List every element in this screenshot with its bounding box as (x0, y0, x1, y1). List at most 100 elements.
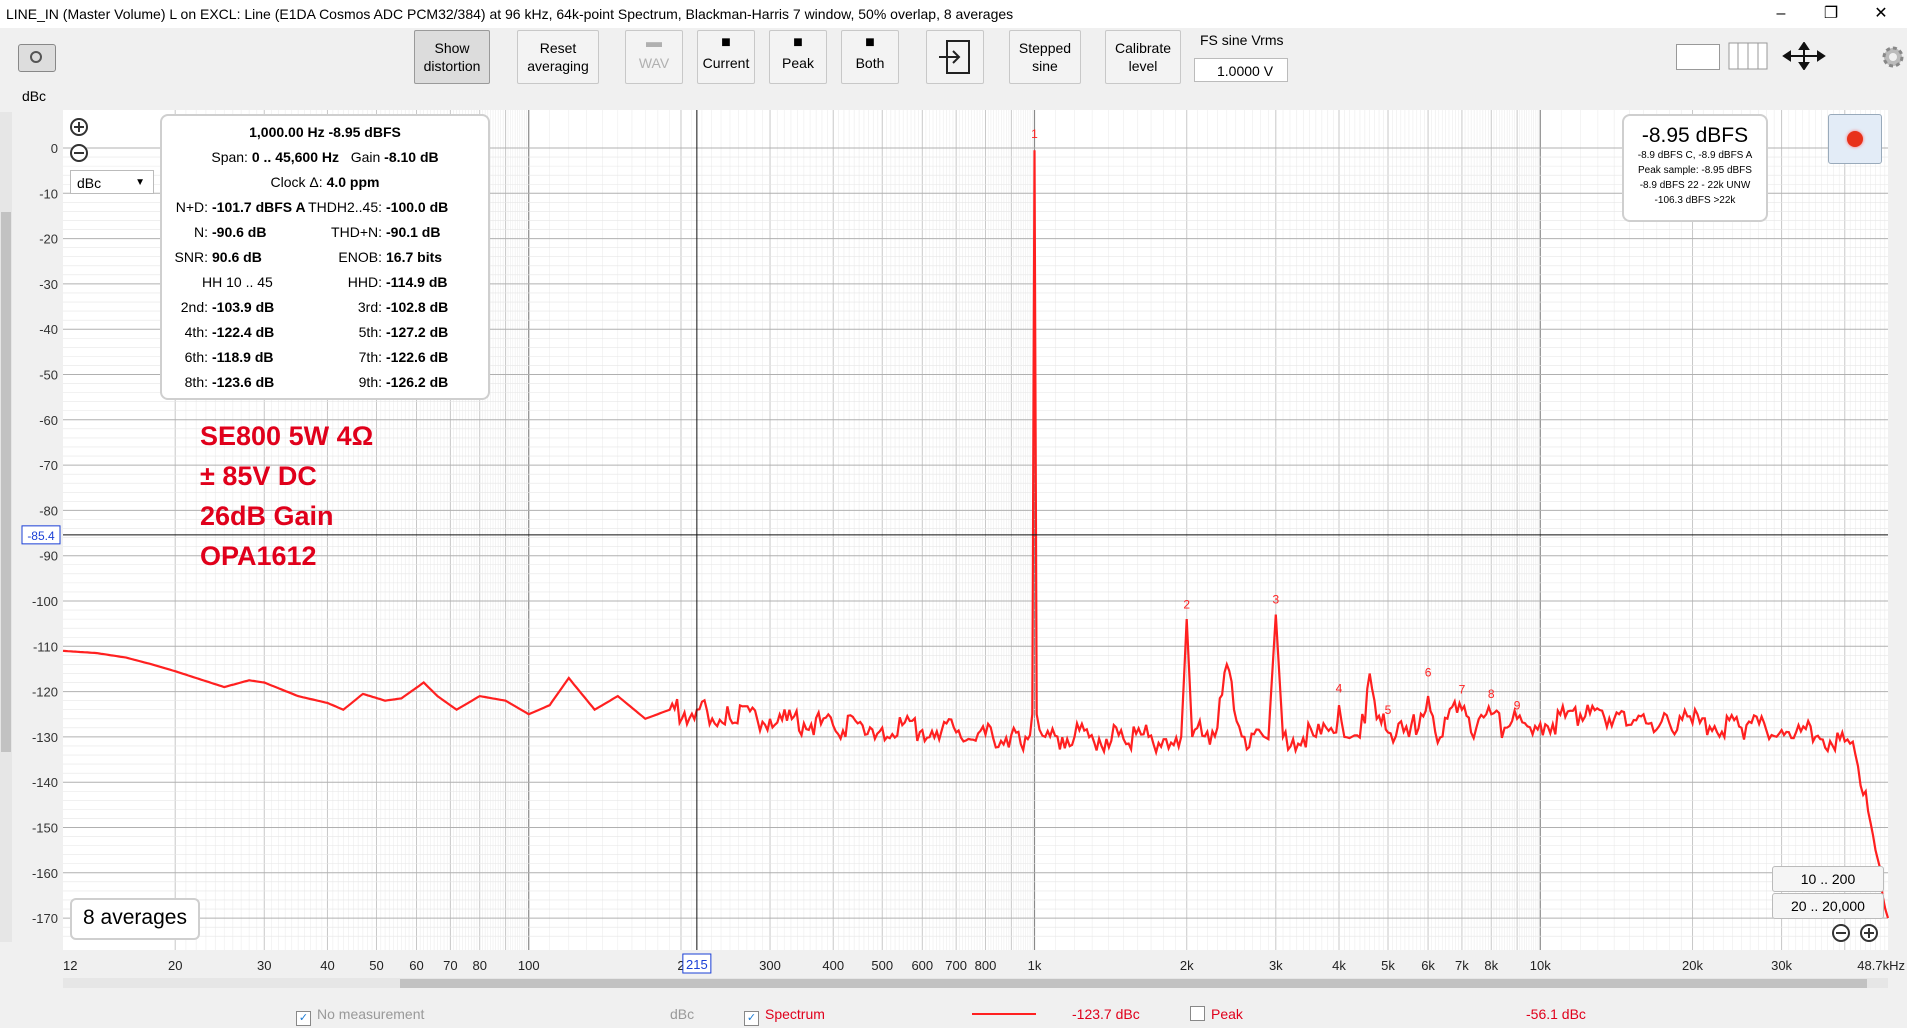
peak-toggle[interactable]: Peak (1190, 1006, 1243, 1022)
x-tick-label: 20k (1682, 958, 1703, 973)
move-arrows-icon[interactable] (1782, 41, 1826, 71)
x-tick-label: 600 (911, 958, 933, 973)
save-icon: ■ (865, 34, 875, 51)
gear-icon[interactable] (1880, 44, 1906, 70)
nd-row: N+D: -101.7 dBFS A THDH2..45: -100.0 dB (175, 199, 449, 215)
cursor-x-readout: 215 (686, 957, 708, 972)
y-tick-label: -130 (32, 730, 58, 745)
checkbox-icon: ✓ (744, 1011, 759, 1026)
title-bar: LINE_IN (Master Volume) L on EXCL: Line … (0, 0, 1907, 29)
harmonic-marker-label: 9 (1514, 699, 1521, 713)
h45-row: 4th: -122.4 dB 5th: -127.2 dB (184, 324, 449, 340)
calibrate-level-button[interactable]: Calibrate level (1105, 30, 1181, 84)
export-icon (939, 40, 970, 74)
x-tick-label: 10k (1530, 958, 1551, 973)
level-line: -106.3 dBFS >22k (1654, 195, 1736, 206)
zoom-out-icon[interactable] (1830, 922, 1852, 944)
fundamental-readout: 1,000.00 Hz -8.95 dBFS (249, 124, 401, 140)
level-line: -8.9 dBFS C, -8.9 dBFS A (1637, 150, 1753, 161)
fs-sine-input[interactable]: 1.0000 V (1194, 58, 1288, 82)
spectrum-line-swatch (972, 1013, 1036, 1015)
level-line: Peak sample: -8.95 dBFS (1638, 165, 1752, 176)
layout-single-icon[interactable] (1676, 44, 1720, 70)
y-tick-label: -10 (39, 186, 58, 201)
harmonic-marker-label: 1 (1031, 127, 1038, 141)
export-button[interactable] (926, 30, 984, 84)
checkbox-icon (1190, 1006, 1205, 1021)
restore-button[interactable]: ❐ (1808, 0, 1854, 28)
annotation-line: ± 85V DC (200, 461, 317, 491)
y-tick-label: -50 (39, 368, 58, 383)
checkbox-icon: ✓ (296, 1011, 311, 1026)
chevron-down-icon: ▼ (135, 177, 145, 188)
reset-averaging-button[interactable]: Reset averaging (517, 30, 599, 84)
x-tick-label: 1k (1028, 958, 1042, 973)
annotation-text: SE800 5W 4Ω ± 85V DC 26dB Gain OPA1612 (200, 416, 373, 576)
x-tick-label: 70 (443, 958, 457, 973)
annotation-line: SE800 5W 4Ω (200, 421, 374, 451)
zoom-in-icon[interactable] (68, 116, 90, 138)
record-icon (1847, 131, 1863, 147)
range-20-20000-button[interactable]: 20 .. 20,000 (1772, 893, 1884, 919)
minimize-button[interactable]: – (1758, 0, 1804, 28)
clock-row: Clock Δ: 4.0 ppm (270, 174, 380, 190)
y-tick-label: -40 (39, 322, 58, 337)
scroll-thumb[interactable] (400, 979, 1867, 988)
harmonic-marker-label: 7 (1459, 682, 1466, 696)
no-measurement-unit: dBc (670, 1006, 695, 1022)
close-button[interactable]: ✕ (1858, 0, 1904, 28)
x-tick-label: 500 (871, 958, 893, 973)
zoom-out-icon[interactable] (68, 142, 90, 164)
x-tick-label: 30k (1771, 958, 1792, 973)
no-measurement-toggle[interactable]: ✓ No measurement (296, 1006, 424, 1026)
fs-sine-label: FS sine Vrms (1200, 32, 1284, 48)
distortion-stats-panel: 1,000.00 Hz -8.95 dBFS Span: 0 .. 45,600… (160, 114, 490, 400)
units-dropdown[interactable]: dBc ▼ (70, 170, 154, 194)
toolbar: Show distortion Reset averaging ▬ WAV ■ … (0, 28, 1907, 88)
harmonic-marker-label: 4 (1336, 681, 1343, 695)
save-peak-button[interactable]: ■ Peak (769, 30, 827, 84)
y-tick-label: -150 (32, 821, 58, 836)
harmonic-marker-label: 5 (1385, 703, 1392, 717)
x-tick-label: 700 (945, 958, 967, 973)
legend-bar: ✓ No measurement dBc ✓ Spectrum -123.7 dBc… (0, 1000, 1907, 1028)
peak-value: -56.1 dBc (1526, 1006, 1586, 1022)
y-tick-label: -120 (32, 685, 58, 700)
spectrum-value: -123.7 dBc (1072, 1006, 1140, 1022)
x-tick-label: 3k (1269, 958, 1283, 973)
x-tick-label: 40 (320, 958, 334, 973)
show-distortion-button[interactable]: Show distortion (414, 30, 490, 84)
zoom-in-icon[interactable] (1858, 922, 1880, 944)
averages-badge: 8 averages (70, 898, 200, 940)
spectrum-toggle[interactable]: ✓ Spectrum (744, 1006, 825, 1026)
level-line: -8.9 dBFS 22 - 22k UNW (1639, 180, 1751, 191)
span-row: Span: 0 .. 45,600 Hz Gain -8.10 dB (211, 149, 439, 165)
save-current-button[interactable]: ■ Current (697, 30, 755, 84)
save-icon: ■ (793, 34, 803, 51)
save-icon: ■ (721, 34, 731, 51)
save-both-button[interactable]: ■ Both (841, 30, 899, 84)
y-tick-label: -70 (39, 458, 58, 473)
annotation-line: 26dB Gain (200, 501, 334, 531)
harmonic-marker-label: 6 (1425, 666, 1432, 680)
level-meter-panel: -8.95 dBFS -8.9 dBFS C, -8.9 dBFS A Peak… (1622, 114, 1768, 222)
harmonic-marker-label: 3 (1272, 593, 1279, 607)
x-tick-label: 5k (1381, 958, 1395, 973)
range-10-200-button[interactable]: 10 .. 200 (1772, 866, 1884, 892)
x-tick-label: 48.7kHz (1857, 958, 1905, 973)
layout-columns-icon[interactable] (1728, 42, 1768, 70)
x-tick-label: 800 (975, 958, 997, 973)
cursor-y-readout: -85.4 (27, 529, 55, 543)
record-button[interactable] (1828, 114, 1882, 164)
wav-button[interactable]: ▬ WAV (625, 30, 683, 84)
window-title: LINE_IN (Master Volume) L on EXCL: Line … (6, 6, 1014, 22)
level-main: -8.95 dBFS (1641, 124, 1749, 147)
camera-icon[interactable] (18, 44, 56, 72)
y-tick-label: -80 (39, 503, 58, 518)
y-tick-label: -110 (33, 639, 58, 654)
stepped-sine-button[interactable]: Stepped sine (1009, 30, 1081, 84)
y-tick-label: -30 (39, 277, 58, 292)
save-icon: ▬ (646, 34, 662, 51)
y-tick-label: -170 (32, 911, 58, 926)
snr-row: SNR: 90.6 dB ENOB: 16.7 bits (174, 249, 443, 265)
